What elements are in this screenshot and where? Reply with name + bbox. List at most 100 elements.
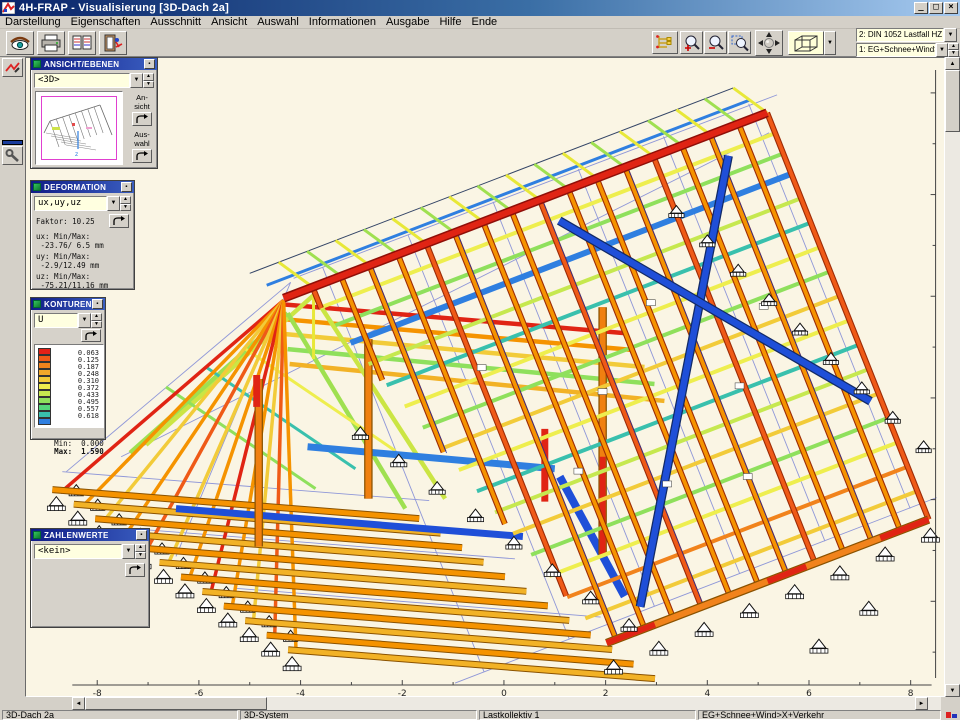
svg-text:z: z — [75, 151, 78, 158]
legend-swatch — [38, 390, 51, 397]
eye-icon — [9, 34, 31, 52]
kontur-select-dropdown[interactable]: ▼ — [78, 313, 91, 328]
structure-3d-view[interactable]: -8-6-4-2024686420-2-4YX — [26, 58, 944, 696]
zoom-window-button[interactable] — [728, 31, 751, 54]
menu-item-ausgabe[interactable]: Ausgabe — [386, 16, 429, 28]
spin-down-icon[interactable]: ▼ — [948, 50, 959, 57]
panel-menu-button[interactable]: ▪ — [92, 299, 103, 309]
spin-up-icon[interactable]: ▲ — [143, 73, 154, 81]
scroll-right-icon[interactable]: ► — [915, 697, 928, 710]
status-icon — [946, 710, 958, 720]
vertical-scrollbar[interactable]: ▲ ▼ — [945, 57, 960, 697]
panel-konturen-titlebar[interactable]: KONTUREN ▪ — [31, 298, 105, 310]
svg-text:6: 6 — [806, 689, 812, 696]
svg-text:-2: -2 — [942, 495, 944, 504]
menu-item-auswahl[interactable]: Auswahl — [257, 16, 299, 28]
zahlenwerte-select[interactable]: <kein> — [34, 544, 122, 559]
panel-zahlenwerte-titlebar[interactable]: ZAHLENWERTE ▪ — [31, 529, 149, 541]
ansicht-apply-button[interactable] — [132, 112, 152, 126]
v-scroll-thumb[interactable] — [945, 70, 960, 132]
zahlenwerte-apply-button[interactable] — [125, 563, 145, 577]
view-cube-button[interactable] — [788, 31, 824, 55]
menu-item-ansicht[interactable]: Ansicht — [211, 16, 247, 28]
panel-icon — [33, 60, 41, 68]
status-field-2: Lastkollektiv 1 — [479, 710, 696, 720]
menu-item-ende[interactable]: Ende — [471, 16, 497, 28]
spin-down-icon[interactable]: ▼ — [135, 552, 146, 560]
spin-up-icon[interactable]: ▲ — [948, 43, 959, 50]
view-options-button[interactable] — [6, 31, 34, 55]
kontur-apply-button[interactable] — [81, 329, 101, 342]
zahlenwerte-select-spinner[interactable]: ▲ ▼ — [135, 544, 146, 559]
load-case-select[interactable]: 2: DIN 1052 Lastfall HZ (Th. 1. O — [856, 28, 944, 42]
exit-button[interactable] — [99, 31, 127, 55]
pan-control[interactable] — [755, 30, 783, 56]
book-icon — [71, 34, 93, 52]
tree-view-button[interactable] — [652, 31, 678, 54]
kontur-select-spinner[interactable]: ▲ ▼ — [91, 313, 102, 328]
scroll-down-icon[interactable]: ▼ — [945, 684, 960, 697]
view-cube-dropdown[interactable]: ▼ — [824, 31, 836, 55]
edit-mode-button[interactable] — [2, 58, 23, 77]
legend-swatch — [38, 411, 51, 418]
deformation-select[interactable]: ux,uy,uz — [34, 196, 107, 211]
panel-title: DEFORMATION — [44, 183, 106, 192]
svg-text:0: 0 — [501, 689, 507, 696]
spin-down-icon[interactable]: ▼ — [91, 321, 102, 329]
spin-down-icon[interactable]: ▼ — [143, 81, 154, 89]
zahlenwerte-select-dropdown[interactable]: ▼ — [122, 544, 135, 559]
exit-door-icon — [102, 34, 124, 52]
toolbar: ▼ — [0, 29, 960, 57]
view-select[interactable]: <3D> — [34, 73, 130, 88]
menu-item-ausschnitt[interactable]: Ausschnitt — [150, 16, 201, 28]
view-select-dropdown[interactable]: ▼ — [130, 73, 143, 88]
h-scroll-thumb[interactable] — [85, 697, 267, 710]
panel-menu-button[interactable]: ▪ — [121, 182, 132, 192]
menu-item-darstellung[interactable]: Darstellung — [5, 16, 61, 28]
ux-value: -23.76/ 6.5 mm — [36, 241, 104, 251]
close-button[interactable]: × — [944, 2, 958, 14]
deformation-apply-button[interactable] — [109, 214, 129, 228]
drawing-area[interactable]: -8-6-4-2024686420-2-4YX — [25, 57, 945, 697]
view-cube-icon — [792, 34, 820, 53]
load-case-dropdown[interactable]: ▼ — [944, 28, 957, 42]
help-book-button[interactable] — [68, 31, 96, 55]
maximize-button[interactable]: □ — [929, 2, 943, 14]
kontur-select[interactable]: U — [34, 313, 78, 328]
spin-down-icon[interactable]: ▼ — [120, 204, 131, 212]
zoom-in-button[interactable] — [680, 31, 703, 54]
print-button[interactable] — [37, 31, 65, 55]
view-preview[interactable]: z — [35, 91, 123, 165]
svg-text:-2: -2 — [398, 689, 407, 696]
minimize-button[interactable]: _ — [914, 2, 928, 14]
zoom-window-icon — [731, 34, 749, 52]
view-select-spinner[interactable]: ▲ ▼ — [143, 73, 154, 88]
zoom-out-button[interactable] — [704, 31, 727, 54]
load-combination-select[interactable]: 1: EG+Schnee+Wind>X+Verk — [856, 43, 936, 57]
panel-menu-button[interactable]: ▪ — [144, 59, 155, 69]
load-combination-dropdown[interactable]: ▼ — [936, 43, 948, 57]
settings-tool-button[interactable] — [2, 146, 23, 165]
panel-deformation-titlebar[interactable]: DEFORMATION ▪ — [31, 181, 134, 193]
menu-item-eigenschaften[interactable]: Eigenschaften — [71, 16, 141, 28]
panel-menu-button[interactable]: ▪ — [136, 530, 147, 540]
auswahl-apply-button[interactable] — [132, 149, 152, 163]
horizontal-scrollbar[interactable]: ◄ ► — [72, 697, 941, 710]
legend-swatch — [38, 348, 51, 355]
load-combination-spinner[interactable]: ▲ ▼ — [948, 43, 959, 57]
menu-item-informationen[interactable]: Informationen — [309, 16, 376, 28]
deformation-select-spinner[interactable]: ▲ ▼ — [120, 196, 131, 211]
spin-up-icon[interactable]: ▲ — [91, 313, 102, 321]
menu-item-hilfe[interactable]: Hilfe — [439, 16, 461, 28]
legend-value: 0.618 — [78, 412, 99, 420]
spin-up-icon[interactable]: ▲ — [135, 544, 146, 552]
deformation-select-dropdown[interactable]: ▼ — [107, 196, 120, 211]
panel-ansicht-ebenen: ANSICHT/EBENEN ▪ <3D> ▼ ▲ ▼ z An- sicht … — [30, 57, 158, 169]
scroll-left-icon[interactable]: ◄ — [72, 697, 85, 710]
window-titlebar[interactable]: 4H-FRAP - Visualisierung [3D-Dach 2a] — [0, 0, 960, 16]
panel-ansicht-titlebar[interactable]: ANSICHT/EBENEN ▪ — [31, 58, 157, 70]
svg-text:6: 6 — [942, 90, 944, 96]
kontur-max: Max: 1.590 — [36, 437, 104, 456]
spin-up-icon[interactable]: ▲ — [120, 196, 131, 204]
scroll-up-icon[interactable]: ▲ — [945, 57, 960, 70]
